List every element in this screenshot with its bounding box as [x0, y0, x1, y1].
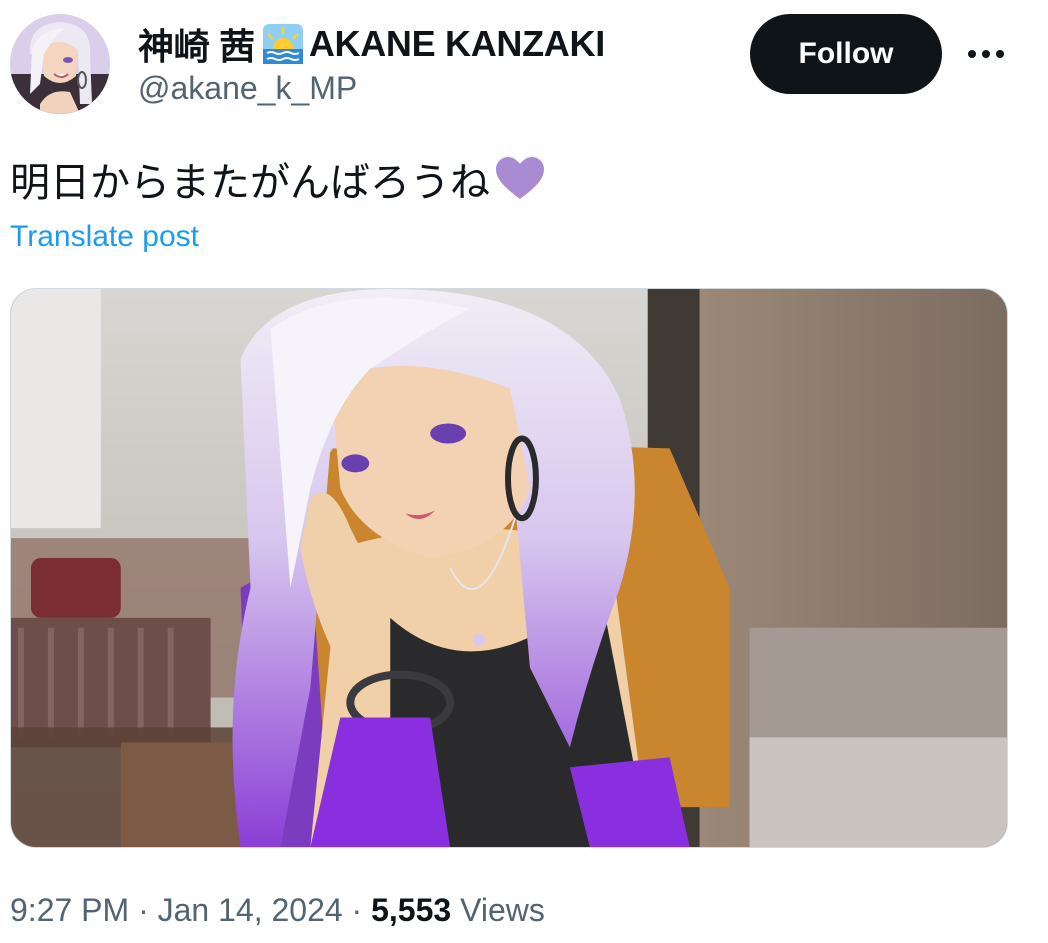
more-dots-icon [968, 50, 1004, 58]
display-name-jp: 神崎 茜 [138, 26, 255, 67]
post-text: 明日からまたがんばろうね [10, 150, 546, 208]
views-label: Views [460, 892, 545, 928]
meta-separator-2: · [351, 892, 363, 928]
views-count: 5,553 [371, 892, 452, 928]
post-media-image[interactable] [10, 288, 1008, 848]
avatar[interactable] [10, 14, 110, 114]
follow-button[interactable]: Follow [750, 14, 942, 94]
more-options-button[interactable] [960, 28, 1012, 80]
avatar-image [10, 14, 110, 114]
display-name[interactable]: 神崎 茜 AKANE KANZAKI [138, 18, 605, 70]
post-time[interactable]: 9:27 PM [10, 892, 129, 928]
anime-character-image [11, 289, 1007, 847]
translate-post-link[interactable]: Translate post [10, 220, 199, 254]
display-name-en: AKANE KANZAKI [308, 23, 605, 64]
user-handle[interactable]: @akane_k_MP [138, 70, 357, 107]
post-header: 神崎 茜 AKANE KANZAKI @akane_k_MP Follow [0, 0, 1048, 120]
post-text-content: 明日からまたがんばろうね [10, 160, 490, 206]
purple-heart-icon [494, 155, 546, 203]
post-date[interactable]: Jan 14, 2024 [158, 892, 343, 928]
sunrise-over-water-icon [261, 22, 305, 66]
meta-separator: · [138, 892, 149, 928]
post-meta: 9:27 PM · Jan 14, 2024 · 5,553 Views [10, 892, 545, 929]
